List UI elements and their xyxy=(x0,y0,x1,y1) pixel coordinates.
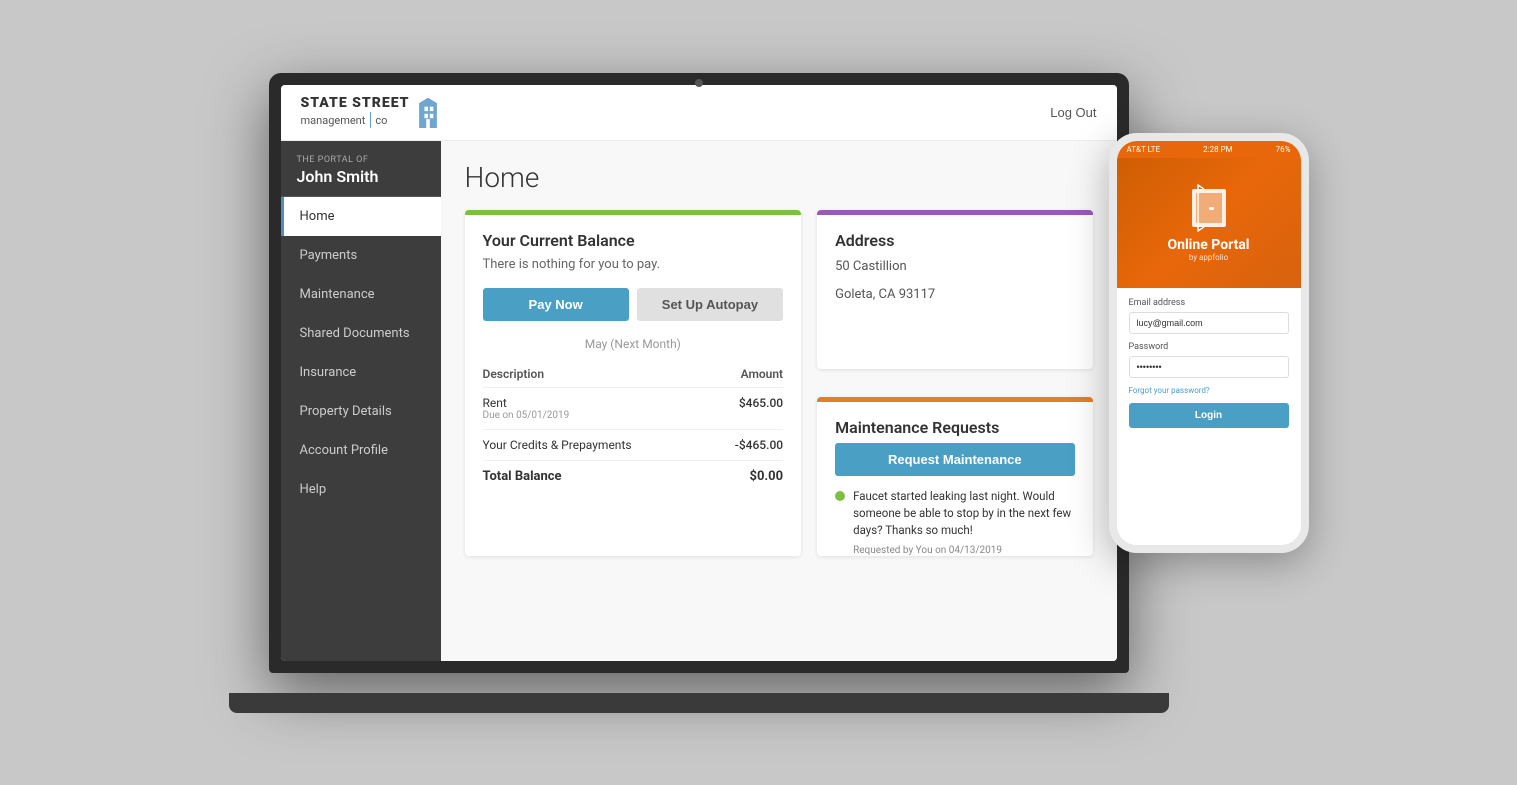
portal-info: THE PORTAL OF John Smith xyxy=(281,141,441,197)
portal-username: John Smith xyxy=(297,167,425,186)
sidebar-item-home[interactable]: Home xyxy=(281,197,441,236)
login-button[interactable]: Login xyxy=(1129,403,1289,428)
laptop: STATE STREET management | co xyxy=(209,53,1189,713)
total-amount: $0.00 xyxy=(749,469,783,484)
balance-card: Your Current Balance There is nothing fo… xyxy=(465,210,802,557)
password-label: Password xyxy=(1129,342,1289,352)
email-label: Email address xyxy=(1129,298,1289,308)
phone-hero-label: Online Portal xyxy=(1167,237,1249,253)
address-card: Address 50 Castillion Goleta, CA 93117 xyxy=(817,210,1092,369)
laptop-screen: STATE STREET management | co xyxy=(281,85,1117,661)
sidebar-item-insurance[interactable]: Insurance xyxy=(281,353,441,392)
pay-now-button[interactable]: Pay Now xyxy=(483,288,629,321)
phone-carrier: AT&T LTE xyxy=(1127,145,1161,154)
sidebar-item-shared-documents[interactable]: Shared Documents xyxy=(281,314,441,353)
phone-time: 2:28 PM xyxy=(1203,145,1232,154)
total-row: Total Balance $0.00 xyxy=(483,461,784,492)
sidebar: THE PORTAL OF John Smith Home Payments M… xyxy=(281,141,441,661)
phone-hero-sub: by appfolio xyxy=(1189,253,1228,262)
credits-desc: Your Credits & Prepayments xyxy=(483,438,632,452)
amount-col-header: Amount xyxy=(741,367,784,381)
portal-label: THE PORTAL OF xyxy=(297,155,425,165)
main-content: Home Your Current Balance There is nothi… xyxy=(441,141,1117,661)
phone: AT&T LTE 2:28 PM 76% Online Portal by ap… xyxy=(1109,133,1309,553)
logo-pipe-icon: | xyxy=(368,111,372,129)
credits-amount: -$465.00 xyxy=(735,438,783,452)
month-label: May (Next Month) xyxy=(483,337,784,351)
balance-subtitle: There is nothing for you to pay. xyxy=(483,256,784,274)
laptop-camera xyxy=(695,79,703,87)
table-row: Your Credits & Prepayments -$465.00 xyxy=(483,430,784,461)
logo-line3: co xyxy=(375,114,387,127)
maintenance-card: Maintenance Requests Request Maintenance… xyxy=(817,397,1092,556)
sidebar-item-maintenance[interactable]: Maintenance xyxy=(281,275,441,314)
logo-line2: management xyxy=(301,114,366,127)
payment-buttons: Pay Now Set Up Autopay xyxy=(483,288,784,321)
phone-status-bar: AT&T LTE 2:28 PM 76% xyxy=(1117,141,1301,158)
rent-due: Due on 05/01/2019 xyxy=(483,410,570,421)
logout-button[interactable]: Log Out xyxy=(1050,105,1096,120)
logo: STATE STREET management | co xyxy=(301,95,442,129)
autopay-button[interactable]: Set Up Autopay xyxy=(637,288,783,321)
rent-desc: Rent xyxy=(483,396,570,410)
laptop-base xyxy=(229,693,1169,713)
table-row: Rent Due on 05/01/2019 $465.00 xyxy=(483,388,784,430)
forgot-password-link[interactable]: Forgot your password? xyxy=(1129,386,1289,395)
maintenance-item: Faucet started leaking last night. Would… xyxy=(835,488,1074,556)
app-body: THE PORTAL OF John Smith Home Payments M… xyxy=(281,141,1117,661)
email-input[interactable] xyxy=(1129,312,1289,334)
total-label: Total Balance xyxy=(483,469,562,484)
logo-line1: STATE STREET xyxy=(301,95,410,111)
rent-amount: $465.00 xyxy=(739,396,783,421)
request-maintenance-button[interactable]: Request Maintenance xyxy=(835,443,1074,476)
desc-col-header: Description xyxy=(483,367,545,381)
phone-hero: Online Portal by appfolio xyxy=(1117,158,1301,288)
logo-building-icon xyxy=(414,96,442,128)
sidebar-item-property-details[interactable]: Property Details xyxy=(281,392,441,431)
phone-battery: 76% xyxy=(1276,145,1291,154)
app-header: STATE STREET management | co xyxy=(281,85,1117,141)
sidebar-item-account-profile[interactable]: Account Profile xyxy=(281,431,441,470)
balance-title: Your Current Balance xyxy=(483,231,784,250)
address-title: Address xyxy=(835,231,1074,250)
sidebar-item-help[interactable]: Help xyxy=(281,470,441,509)
page-title: Home xyxy=(465,161,1093,194)
maintenance-status-dot xyxy=(835,491,845,501)
address-line1: 50 Castillion xyxy=(835,256,1074,278)
maintenance-title: Maintenance Requests xyxy=(835,418,1074,437)
door-icon xyxy=(1184,183,1234,233)
maintenance-meta: Requested by You on 04/13/2019 Maintenan… xyxy=(853,543,1074,557)
table-header: Description Amount xyxy=(483,361,784,388)
address-line2: Goleta, CA 93117 xyxy=(835,284,1074,306)
sidebar-item-payments[interactable]: Payments xyxy=(281,236,441,275)
maintenance-text: Faucet started leaking last night. Would… xyxy=(853,488,1074,540)
phone-form: Email address Password Forgot your passw… xyxy=(1117,288,1301,545)
cards-row: Your Current Balance There is nothing fo… xyxy=(465,210,1093,557)
password-input[interactable] xyxy=(1129,356,1289,378)
